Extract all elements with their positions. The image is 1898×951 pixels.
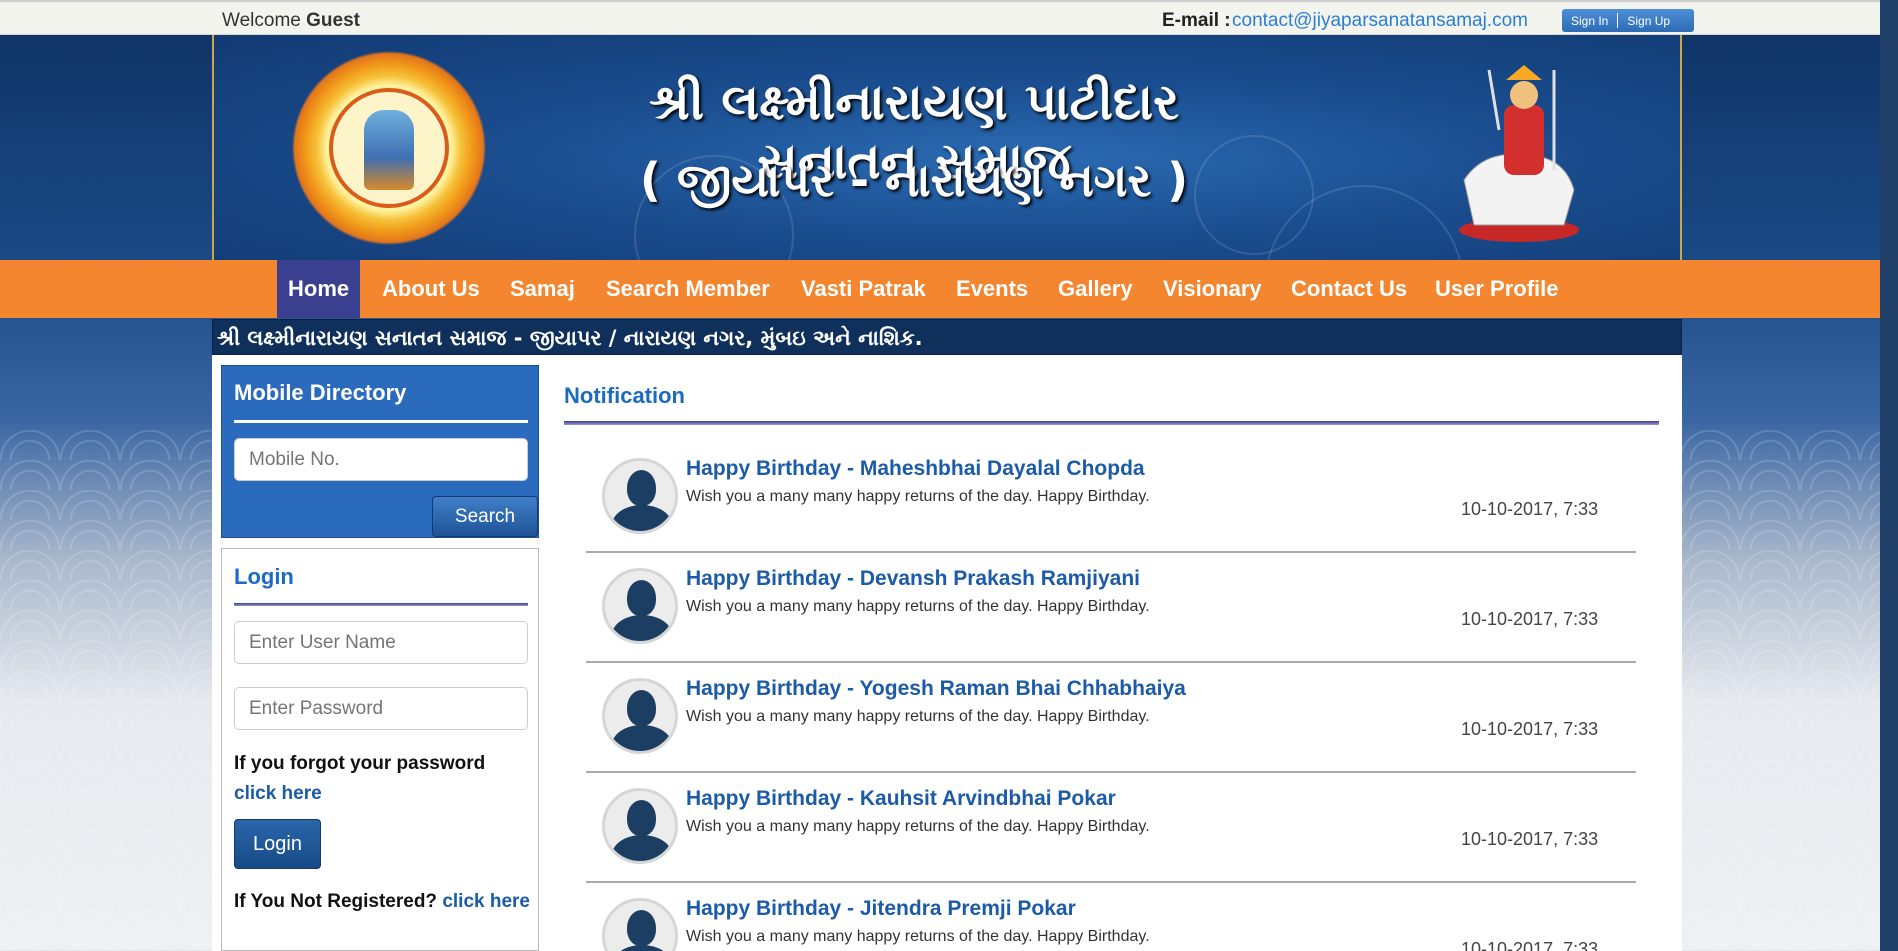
notification-name[interactable]: Happy Birthday - Kauhsit Arvindbhai Poka… [686, 787, 1116, 811]
avatar-icon [602, 788, 678, 864]
password-input[interactable] [234, 687, 528, 730]
nav-events[interactable]: Events [945, 260, 1039, 318]
notification-name[interactable]: Happy Birthday - Yogesh Raman Bhai Chhab… [686, 677, 1186, 701]
notification-time: 10-10-2017, 7:33 [1461, 609, 1599, 629]
nav-home[interactable]: Home [277, 260, 361, 318]
notification-name[interactable]: Happy Birthday - Jitendra Premji Pokar [686, 897, 1076, 921]
logo-deity-figure [364, 110, 414, 190]
auth-buttons: Sign In Sign Up [1562, 9, 1694, 32]
nav-samaj[interactable]: Samaj [499, 260, 586, 318]
avatar-icon [602, 678, 678, 754]
avatar-icon [602, 458, 678, 534]
login-panel: Login If you forgot your password click … [221, 548, 539, 951]
nav-contact-us[interactable]: Contact Us [1280, 260, 1418, 318]
login-button[interactable]: Login [234, 819, 321, 869]
goddess-image [1459, 65, 1579, 242]
notification-message: Wish you a many many happy returns of th… [686, 598, 1150, 615]
username-input[interactable] [234, 621, 528, 664]
notification-message: Wish you a many many happy returns of th… [686, 818, 1150, 835]
notification-message: Wish you a many many happy returns of th… [686, 708, 1150, 725]
notification-item: Happy Birthday - Devansh Prakash Ramjiya… [586, 553, 1636, 663]
notification-time: 10-10-2017, 7:33 [1461, 719, 1599, 739]
forgot-password-text: If you forgot your password click here [234, 749, 524, 809]
notification-message: Wish you a many many happy returns of th… [686, 488, 1150, 505]
notification-item: Happy Birthday - Yogesh Raman Bhai Chhab… [586, 663, 1636, 773]
notification-item: Happy Birthday - Jitendra Premji Pokar W… [586, 883, 1636, 951]
mobile-number-input[interactable] [234, 438, 528, 481]
top-bar: Welcome Guest E-mail : contact@jiyaparsa… [0, 0, 1898, 35]
notification-time: 10-10-2017, 7:33 [1461, 829, 1599, 849]
forgot-password-link[interactable]: click here [234, 783, 322, 804]
mobile-directory-panel: Mobile Directory Search [221, 365, 539, 538]
notification-name[interactable]: Happy Birthday - Devansh Prakash Ramjiya… [686, 567, 1140, 591]
nav-vasti-patrak[interactable]: Vasti Patrak [790, 260, 937, 318]
nav-search-member[interactable]: Search Member [595, 260, 781, 318]
welcome-text: Welcome Guest [222, 10, 360, 32]
notification-title: Notification [564, 383, 685, 408]
search-button[interactable]: Search [432, 496, 538, 537]
news-marquee: શ્રી લક્ષ્મીનારાયણ સનાતન સમાજ - જીયાપર /… [212, 319, 1682, 355]
avatar-icon [602, 898, 678, 951]
page-scrollbar[interactable] [1880, 0, 1898, 951]
notification-message: Wish you a many many happy returns of th… [686, 928, 1150, 945]
register-link[interactable]: click here [442, 891, 530, 912]
avatar-icon [602, 568, 678, 644]
nav-visionary[interactable]: Visionary [1152, 260, 1273, 318]
login-title: Login [234, 564, 294, 589]
forgot-password-label: If you forgot your password [234, 753, 486, 774]
welcome-user: Guest [306, 10, 360, 31]
nav-gallery[interactable]: Gallery [1047, 260, 1144, 318]
notification-name[interactable]: Happy Birthday - Maheshbhai Dayalal Chop… [686, 457, 1145, 481]
nav-user-profile[interactable]: User Profile [1424, 260, 1570, 318]
divider [234, 420, 528, 423]
nav-about-us[interactable]: About Us [371, 260, 491, 318]
notification-time: 10-10-2017, 7:33 [1461, 939, 1599, 951]
main-navbar: Home About Us Samaj Search Member Vasti … [0, 260, 1898, 318]
sign-up-button[interactable]: Sign Up [1618, 14, 1679, 28]
notification-divider [564, 421, 1659, 425]
email-link[interactable]: contact@jiyaparsanatansamaj.com [1232, 10, 1528, 32]
header-banner: શ્રી લક્ષ્મીનારાયણ પાટીદાર સનાતન સમાજ ( … [212, 35, 1682, 260]
register-text: If You Not Registered? click here [234, 891, 530, 913]
register-label: If You Not Registered? [234, 891, 438, 912]
email-label: E-mail : [1162, 10, 1231, 31]
notification-item: Happy Birthday - Kauhsit Arvindbhai Poka… [586, 773, 1636, 883]
notification-item: Happy Birthday - Maheshbhai Dayalal Chop… [586, 443, 1636, 553]
notification-time: 10-10-2017, 7:33 [1461, 499, 1599, 519]
sign-in-button[interactable]: Sign In [1562, 14, 1617, 28]
banner-title-line2: ( જીયાપર - નારાયણ નગર ) [639, 153, 1189, 207]
divider [234, 603, 528, 606]
welcome-prefix: Welcome [222, 10, 301, 31]
main-content: Mobile Directory Search Login If you for… [212, 355, 1682, 951]
mobile-directory-title: Mobile Directory [234, 380, 407, 405]
